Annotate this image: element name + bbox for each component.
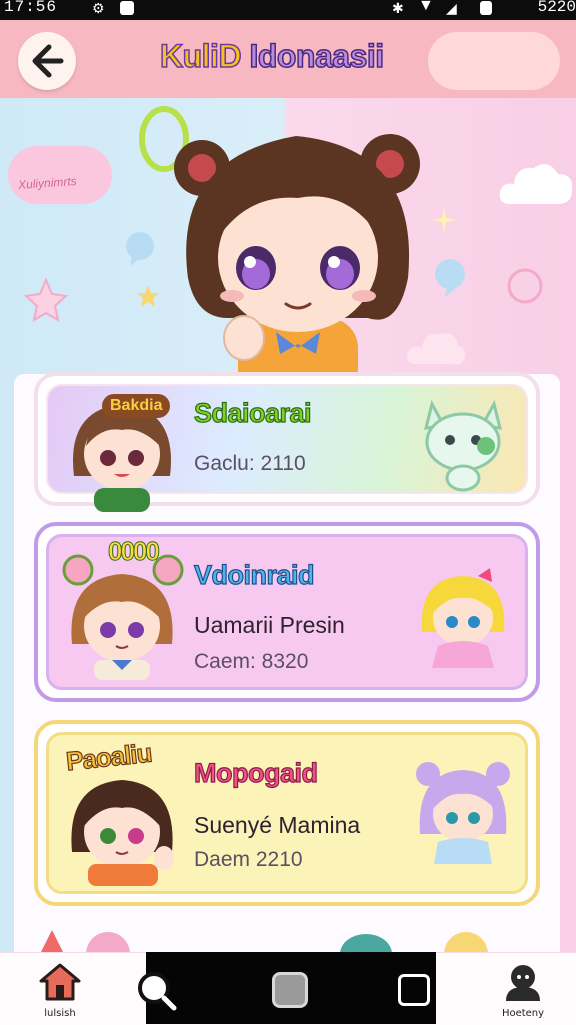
speech-bubble-icon xyxy=(126,232,154,266)
list-item[interactable]: Bakdia Sdaioarai Gaclu: 2110 xyxy=(34,372,540,512)
recents-system-button[interactable] xyxy=(398,974,430,1006)
badge-label: Bakdia xyxy=(102,394,171,418)
character-avatar-secondary xyxy=(416,762,510,864)
card-title: Sdaioarai xyxy=(193,397,312,428)
star-small-icon xyxy=(137,285,159,307)
nav-home[interactable]: lulsish xyxy=(30,961,90,1021)
next-item-peek-left xyxy=(40,930,130,954)
home-system-button[interactable] xyxy=(272,972,308,1008)
back-button[interactable] xyxy=(18,32,76,90)
sparkle-icon xyxy=(432,208,456,232)
search-icon[interactable] xyxy=(134,968,178,1012)
card-detail: Daem 2210 xyxy=(194,848,303,871)
nav-profile-label: Hoeteny xyxy=(501,1008,545,1019)
badge-label: 0000 xyxy=(108,536,161,567)
card-detail: Gaclu: 2110 xyxy=(194,452,306,475)
title-part-2: Idonaasii xyxy=(249,37,385,75)
arrow-left-icon xyxy=(32,44,64,78)
bluetooth-icon: ✱ xyxy=(392,0,404,16)
next-item-peek-right xyxy=(340,932,488,954)
status-bar: 17:56 ⚙ ✱ ▼ ◢ 5220 xyxy=(0,0,576,20)
battery-icon xyxy=(480,1,492,15)
flower-icon xyxy=(507,268,543,304)
notification-icon xyxy=(120,1,134,15)
wifi-icon: ▼ xyxy=(418,0,434,14)
card-title: Mopogaid xyxy=(193,757,318,788)
cloud-icon xyxy=(499,164,573,204)
character-avatar-secondary xyxy=(421,568,505,668)
hero-character-illustration xyxy=(174,134,420,380)
battery-level: 5220 xyxy=(537,0,576,16)
character-avatar xyxy=(62,554,184,680)
card-subtitle: Suenyé Mamina xyxy=(194,812,361,838)
profile-icon xyxy=(506,965,540,1001)
page-title: KuliD Idonaasii xyxy=(159,37,385,75)
nav-profile[interactable]: Hoeteny xyxy=(488,961,558,1021)
header-action-pill[interactable] xyxy=(428,32,560,90)
speech-bubble-right-icon xyxy=(435,259,465,298)
card-title: Vdoinraid xyxy=(193,559,315,590)
status-time: 17:56 xyxy=(4,0,58,16)
star-icon xyxy=(24,278,68,322)
pet-avatar xyxy=(424,399,502,492)
title-part-1: KuliD xyxy=(159,37,242,75)
hero-banner: Xuliynimrts xyxy=(0,98,576,380)
home-icon xyxy=(39,963,81,1001)
settings-icon: ⚙ xyxy=(92,0,105,16)
system-navigation-bar xyxy=(138,952,436,1024)
signal-icon: ◢ xyxy=(446,0,457,16)
app-header: KuliD Idonaasii xyxy=(0,20,576,98)
card-detail: Caem: 8320 xyxy=(194,650,309,673)
card-subtitle: Uamarii Presin xyxy=(194,612,345,638)
nav-home-label: lulsish xyxy=(44,1008,76,1019)
list-item[interactable]: 0000 Vdoinraid Uamarii Presin Caem: 8320 xyxy=(34,522,540,702)
list-item[interactable]: Paoaliu Mopogaid Suenyé Mamina Daem 2210 xyxy=(34,720,540,906)
